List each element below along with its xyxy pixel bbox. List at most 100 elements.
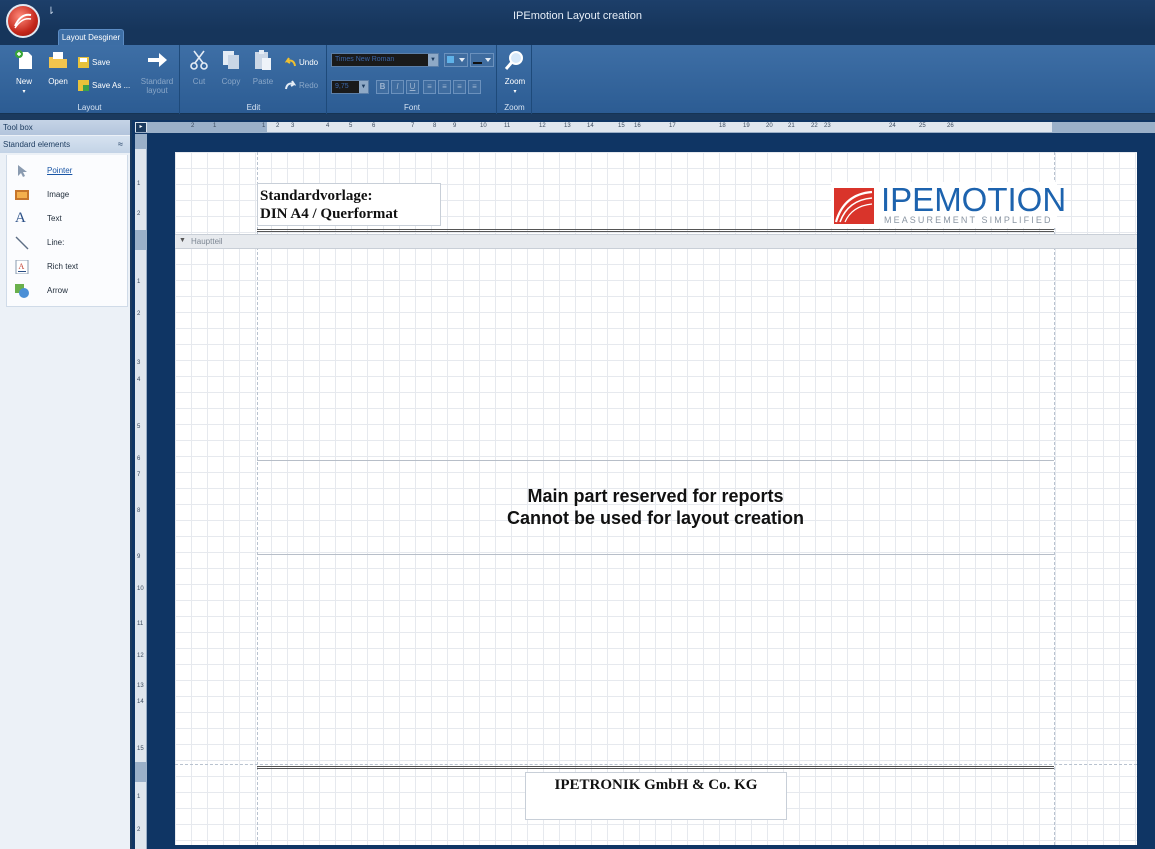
ruler-tick-label: 19: [743, 123, 750, 129]
save-as-icon: [78, 80, 89, 92]
tool-label: Image: [47, 190, 70, 199]
standard-layout-button[interactable]: Standard layout: [140, 49, 174, 95]
standard-elements-section[interactable]: Standard elements ≈: [0, 136, 130, 153]
italic-button[interactable]: I: [391, 80, 404, 94]
zoom-label: Zoom: [504, 77, 526, 86]
ruler-tick-label: 1: [262, 123, 266, 129]
font-name-value: Times New Roman: [335, 56, 395, 63]
footer-divider: [257, 766, 1054, 769]
tool-text[interactable]: A Text: [15, 210, 125, 228]
tool-label: Text: [47, 214, 62, 223]
tab-layout-designer[interactable]: Layout Desginer: [58, 29, 124, 45]
ruler-tick-label: 15: [618, 123, 625, 129]
undo-button[interactable]: Undo: [285, 56, 318, 70]
save-as-label: Save As ...: [92, 81, 131, 90]
zoom-group: Zoom ▾ Zoom: [498, 45, 532, 114]
ruler-tick-label: 7: [411, 123, 415, 129]
ruler-tick-label: 5: [349, 123, 353, 129]
justify-button[interactable]: ≡: [468, 80, 481, 94]
copy-button[interactable]: Copy: [217, 49, 245, 86]
font-color-button[interactable]: [470, 53, 494, 67]
align-right-button[interactable]: ≡: [453, 80, 466, 94]
chevron-down-icon: ▼: [359, 81, 368, 93]
undo-label: Undo: [299, 58, 319, 67]
redo-icon: [285, 80, 296, 90]
bold-button[interactable]: B: [376, 80, 389, 94]
main-band-bar[interactable]: ▼ Hauptteil: [175, 234, 1137, 249]
save-label: Save: [92, 58, 111, 67]
ruler-tick-label: 12: [137, 653, 144, 659]
paste-label: Paste: [252, 77, 274, 86]
ruler-tick-label: 25: [919, 123, 926, 129]
ruler-tick-label: 2: [191, 123, 195, 129]
ruler-tick-label: 20: [766, 123, 773, 129]
tool-image[interactable]: Image: [15, 186, 125, 204]
redo-button[interactable]: Redo: [285, 79, 318, 93]
font-group-label: Font: [403, 103, 420, 112]
tool-label: Arrow: [47, 286, 68, 295]
ruler-tick-label: 3: [291, 123, 295, 129]
ipemotion-logo[interactable]: IPEMOTION MEASUREMENT SIMPLIFIED: [831, 181, 1066, 228]
ruler-tick-label: 2: [137, 311, 141, 317]
ruler-tick-label: 6: [137, 456, 141, 462]
open-label: Open: [48, 77, 68, 86]
highlight-color-button[interactable]: [444, 53, 468, 67]
tool-line[interactable]: Line:: [15, 234, 125, 252]
tool-pointer[interactable]: Pointer: [15, 162, 125, 180]
font-size-select[interactable]: 9,75 ▼: [331, 80, 369, 94]
ruler-tick-label: 8: [137, 508, 141, 514]
paste-button[interactable]: Paste: [249, 49, 277, 86]
copy-icon: [223, 51, 239, 69]
ruler-margin-top: [135, 134, 147, 149]
ruler-tick-label: 12: [539, 123, 546, 129]
ruler-margin-left: [147, 122, 267, 133]
scissors-icon: [190, 50, 208, 70]
collapse-icon[interactable]: ≈: [118, 136, 123, 153]
tool-arrow[interactable]: Arrow: [15, 282, 125, 300]
zoom-button[interactable]: Zoom ▾: [501, 49, 529, 95]
copy-label: Copy: [221, 77, 241, 86]
ruler-tick-label: 9: [137, 554, 141, 560]
quick-access-dropdown-icon[interactable]: ⇂: [44, 6, 58, 18]
header-title-textbox[interactable]: Standardvorlage: DIN A4 / Querformat: [257, 183, 441, 226]
header-divider: [257, 229, 1054, 232]
save-button[interactable]: Save: [78, 56, 110, 70]
align-left-button[interactable]: ≡: [423, 80, 436, 94]
layout-group: New ▾ Open Save Save As ... Standard layo…: [0, 45, 180, 114]
ruler-tick-label: 9: [453, 123, 457, 129]
edit-group: Cut Copy Paste Undo Redo Edit: [181, 45, 327, 114]
application-menu-button[interactable]: [6, 4, 40, 38]
ruler-tick-label: 1: [213, 123, 217, 129]
ruler-tick-label: 1: [137, 279, 141, 285]
band-collapse-icon[interactable]: ▼: [179, 237, 186, 244]
tool-label: Pointer: [47, 166, 73, 175]
ruler-corner-button[interactable]: ▸: [136, 123, 146, 132]
ruler-tick-label: 7: [137, 472, 141, 478]
text-icon: A: [15, 210, 26, 226]
new-document-icon: [15, 50, 32, 69]
font-color-icon: [473, 58, 491, 64]
footer-textbox[interactable]: IPETRONIK GmbH & Co. KG: [525, 772, 787, 820]
ruler-tick-label: 13: [137, 683, 144, 689]
report-page[interactable]: Standardvorlage: DIN A4 / Querformat IPE…: [175, 152, 1137, 845]
toolbox-panel: Tool box Standard elements ≈ Pointer Ima…: [0, 120, 130, 849]
font-name-select[interactable]: Times New Roman ▼: [331, 53, 439, 67]
ruler-tick-label: 23: [824, 123, 831, 129]
tool-rich-text[interactable]: A Rich text: [15, 258, 125, 276]
ruler-tick-label: 4: [137, 377, 141, 383]
underline-button[interactable]: U: [406, 80, 419, 94]
ruler-tick-label: 5: [137, 424, 141, 430]
rich-text-icon: A: [15, 260, 29, 274]
save-as-button[interactable]: Save As ...: [78, 79, 130, 93]
layout-group-label: Layout: [77, 103, 102, 112]
ruler-tick-label: 4: [326, 123, 330, 129]
ruler-tick-label: 17: [669, 123, 676, 129]
horizontal-ruler: 2 1 1 2 3 4 5 6 7 8 9 10 11 12 13 14 15 16 17 18 19 20 21 22 23 2…: [135, 122, 1155, 133]
new-button[interactable]: New ▾: [10, 49, 38, 95]
align-center-button[interactable]: ≡: [438, 80, 451, 94]
open-button[interactable]: Open: [44, 49, 72, 86]
edit-group-label: Edit: [246, 103, 261, 112]
ribbon: New ▾ Open Save Save As ... Standard layo…: [0, 45, 1155, 114]
cut-button[interactable]: Cut: [185, 49, 213, 86]
magnifier-icon: [504, 51, 523, 70]
